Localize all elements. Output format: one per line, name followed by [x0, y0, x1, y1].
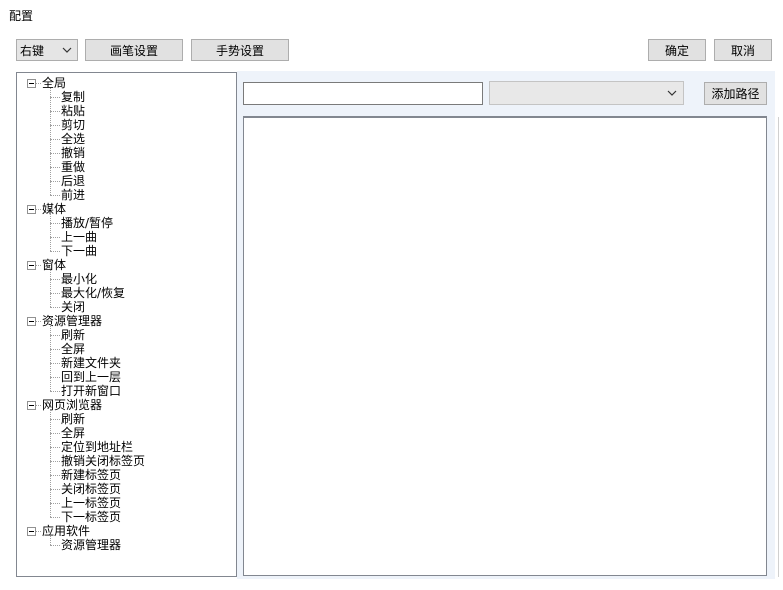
cancel-button[interactable]: 取消 — [714, 39, 772, 61]
tree-connector — [50, 167, 60, 168]
tree-connector — [50, 545, 60, 546]
tree-item[interactable]: 关闭标签页 — [61, 482, 121, 496]
tree-connector — [50, 111, 60, 112]
tree-connector — [50, 433, 60, 434]
tree-item[interactable]: 全选 — [61, 132, 85, 146]
tree-item[interactable]: 前进 — [61, 188, 85, 202]
tree-connector — [36, 209, 41, 210]
ok-button[interactable]: 确定 — [648, 39, 706, 61]
tree-connector — [50, 475, 60, 476]
tree-item[interactable]: 打开新窗口 — [61, 384, 121, 398]
tree-connector — [50, 410, 51, 517]
add-path-button[interactable]: 添加路径 — [704, 82, 767, 105]
tree-connector — [50, 139, 60, 140]
tree-group[interactable]: 窗体 — [42, 258, 66, 272]
tree-item[interactable]: 重做 — [61, 160, 85, 174]
tree-connector — [50, 279, 60, 280]
tree-item[interactable]: 刷新 — [61, 412, 85, 426]
chevron-down-icon — [667, 90, 677, 96]
tree-item[interactable]: 刷新 — [61, 328, 85, 342]
tree-collapse-icon[interactable] — [27, 261, 36, 270]
tree-collapse-icon[interactable] — [27, 401, 36, 410]
tree-connector — [50, 270, 51, 307]
tree-item[interactable]: 粘贴 — [61, 104, 85, 118]
path-select[interactable] — [489, 81, 684, 105]
trigger-select-value: 右键 — [20, 43, 45, 58]
tree-connector — [50, 536, 51, 545]
tree-connector — [50, 307, 60, 308]
tree-item[interactable]: 播放/暂停 — [61, 216, 113, 230]
tree-item[interactable]: 回到上一层 — [61, 370, 121, 384]
tree-item[interactable]: 最小化 — [61, 272, 97, 286]
tree-connector — [50, 97, 60, 98]
tree-item[interactable]: 上一标签页 — [61, 496, 121, 510]
tree-connector — [50, 377, 60, 378]
tree-connector — [50, 88, 51, 195]
tree-connector — [50, 489, 60, 490]
tree-connector — [50, 419, 60, 420]
scroll-edge — [778, 117, 779, 577]
tree-collapse-icon[interactable] — [27, 205, 36, 214]
tree-collapse-icon[interactable] — [27, 79, 36, 88]
tree-connector — [50, 251, 60, 252]
chevron-down-icon — [62, 47, 72, 53]
tree-connector — [50, 461, 60, 462]
tree-connector — [50, 195, 60, 196]
tree-connector — [50, 237, 60, 238]
tree-connector — [50, 391, 60, 392]
tree-connector — [36, 531, 41, 532]
tree-item[interactable]: 撤销 — [61, 146, 85, 160]
tree-connector — [36, 265, 41, 266]
tree-group[interactable]: 网页浏览器 — [42, 398, 102, 412]
trigger-select[interactable]: 右键 — [16, 39, 78, 61]
tree-item[interactable]: 全屏 — [61, 342, 85, 356]
tree-connector — [36, 83, 41, 84]
tree-item[interactable]: 剪切 — [61, 118, 85, 132]
tree-item[interactable]: 新建文件夹 — [61, 356, 121, 370]
tree-connector — [50, 503, 60, 504]
tree-connector — [50, 326, 51, 391]
tree-connector — [50, 447, 60, 448]
tree-item[interactable]: 定位到地址栏 — [61, 440, 133, 454]
tree-connector — [50, 335, 60, 336]
tree-connector — [50, 349, 60, 350]
tree-connector — [50, 363, 60, 364]
tree-group[interactable]: 资源管理器 — [42, 314, 102, 328]
window-title: 配置 — [9, 9, 34, 23]
tree-connector — [50, 153, 60, 154]
tree-connector — [50, 125, 60, 126]
pen-settings-button[interactable]: 画笔设置 — [85, 39, 183, 61]
tree-group[interactable]: 媒体 — [42, 202, 66, 216]
tree-item[interactable]: 关闭 — [61, 300, 85, 314]
tree-item[interactable]: 复制 — [61, 90, 85, 104]
tree-connector — [36, 321, 41, 322]
tree-item[interactable]: 撤销关闭标签页 — [61, 454, 145, 468]
tree-connector — [50, 181, 60, 182]
gesture-tree[interactable]: 全局 复制 粘贴 剪切 全选 撤销 重做 后退 前进 媒体 播放/暂停 上一曲 下一曲 窗体 最小化 最大化/… — [16, 72, 237, 577]
tree-item[interactable]: 下一曲 — [61, 244, 97, 258]
gesture-settings-button[interactable]: 手势设置 — [191, 39, 289, 61]
tree-connector — [36, 405, 41, 406]
tree-connector — [50, 517, 60, 518]
tree-item[interactable]: 后退 — [61, 174, 85, 188]
tree-item[interactable]: 上一曲 — [61, 230, 97, 244]
tree-connector — [50, 293, 60, 294]
tree-group[interactable]: 全局 — [42, 76, 66, 90]
path-input[interactable] — [243, 82, 483, 105]
tree-connector — [50, 214, 51, 251]
tree-item[interactable]: 新建标签页 — [61, 468, 121, 482]
path-list[interactable] — [243, 116, 767, 576]
tree-item[interactable]: 下一标签页 — [61, 510, 121, 524]
tree-item[interactable]: 全屏 — [61, 426, 85, 440]
tree-item[interactable]: 资源管理器 — [61, 538, 121, 552]
tree-connector — [50, 223, 60, 224]
tree-item[interactable]: 最大化/恢复 — [61, 286, 125, 300]
tree-collapse-icon[interactable] — [27, 317, 36, 326]
tree-collapse-icon[interactable] — [27, 527, 36, 536]
